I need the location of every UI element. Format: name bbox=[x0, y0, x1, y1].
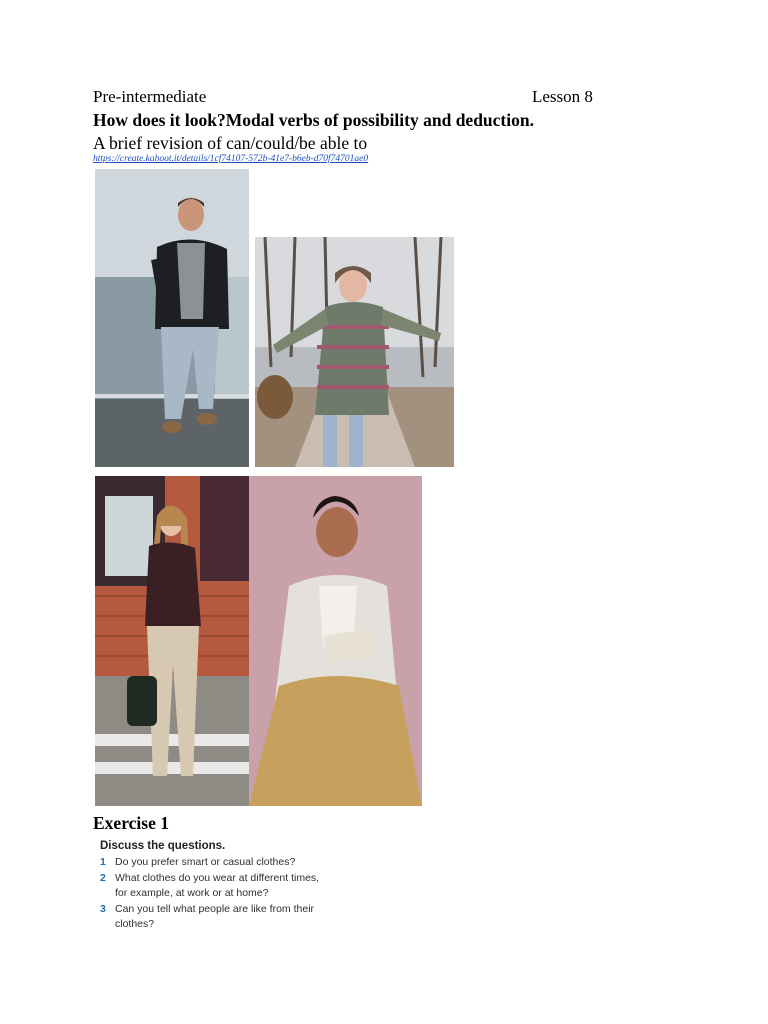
question-text: Do you prefer smart or casual clothes? bbox=[115, 856, 296, 868]
question-number: 2 bbox=[100, 872, 106, 884]
revision-text: A brief revision of can/could/be able to bbox=[93, 133, 368, 153]
question-number: 1 bbox=[100, 856, 106, 868]
photo-woman-street-handbag bbox=[95, 476, 249, 806]
kahoot-link[interactable]: https://create.kahoot.it/details/1cf7410… bbox=[93, 154, 368, 164]
question-item: 3 Can you tell what people are like from… bbox=[100, 902, 340, 932]
lesson-number: Lesson 8 bbox=[532, 87, 593, 106]
question-item: 2 What clothes do you wear at different … bbox=[100, 871, 340, 901]
question-text: Can you tell what people are like from t… bbox=[115, 903, 315, 930]
photo-man-leather-jacket bbox=[95, 169, 249, 467]
exercise-heading: Discuss the questions. bbox=[100, 840, 226, 852]
photo-woman-yellow-skirt bbox=[249, 476, 422, 806]
page-title: How does it look?Modal verbs of possibil… bbox=[93, 110, 534, 130]
question-text: What clothes do you wear at different ti… bbox=[115, 872, 320, 899]
exercise-box: Discuss the questions. 1 Do you prefer s… bbox=[100, 840, 340, 933]
exercise-title: Exercise 1 bbox=[93, 813, 169, 833]
photo-woman-winter-sweater bbox=[255, 237, 454, 467]
question-item: 1 Do you prefer smart or casual clothes? bbox=[100, 855, 340, 870]
level-label: Pre-intermediate bbox=[93, 87, 207, 106]
question-number: 3 bbox=[100, 903, 106, 915]
